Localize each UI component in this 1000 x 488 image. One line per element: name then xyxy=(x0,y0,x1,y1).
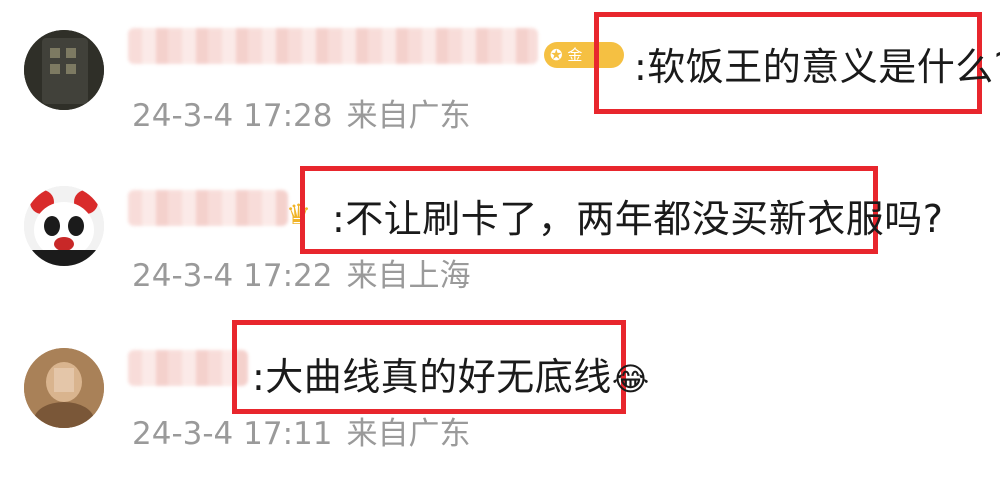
comment-time: 24-3-4 17:28 xyxy=(132,98,333,134)
laughing-crying-emoji-icon: 😂 xyxy=(611,360,650,398)
badge-icon: ✪ xyxy=(550,46,563,64)
comment-location: 来自广东 xyxy=(346,98,471,134)
comment-time: 24-3-4 17:11 xyxy=(132,416,333,452)
avatar[interactable] xyxy=(24,186,104,266)
avatar[interactable] xyxy=(24,348,104,428)
comment-text-content: :大曲线真的好无底线 xyxy=(252,355,612,399)
comment-time: 24-3-4 17:22 xyxy=(132,258,333,294)
photo-avatar-image xyxy=(24,348,104,428)
comment-meta: 24-3-4 17:22 来自上海 xyxy=(132,250,470,295)
comment-thread: ✪ 金 :软饭王的意义是什么? 24-3-4 17:28 来自广东 ♛ :不让刷卡 xyxy=(0,0,1000,488)
username-blurred[interactable] xyxy=(128,350,248,386)
username-blurred[interactable] xyxy=(128,28,538,64)
badge-label: 金 xyxy=(567,46,583,64)
avatar[interactable] xyxy=(24,30,104,110)
comment-location: 来自广东 xyxy=(346,416,471,452)
comment-item: :大曲线真的好无底线😂 24-3-4 17:11 来自广东 xyxy=(0,316,1000,488)
username-blurred[interactable] xyxy=(128,190,288,226)
panda-avatar-image xyxy=(24,186,104,266)
comment-text: :大曲线真的好无底线😂 xyxy=(252,346,650,401)
comment-text: :不让刷卡了，两年都没买新衣服吗? xyxy=(332,197,944,241)
book-avatar-image xyxy=(24,30,104,110)
comment-item: ✪ 金 :软饭王的意义是什么? 24-3-4 17:28 来自广东 xyxy=(0,0,1000,150)
comment-item: ♛ :不让刷卡了，两年都没买新衣服吗? 24-3-4 17:22 来自上海 xyxy=(0,160,1000,310)
comment-meta: 24-3-4 17:28 来自广东 xyxy=(132,90,470,135)
comment-text: :软饭王的意义是什么? xyxy=(634,45,1000,89)
comment-location: 来自上海 xyxy=(346,258,471,294)
comment-meta: 24-3-4 17:11 来自广东 xyxy=(132,408,470,453)
